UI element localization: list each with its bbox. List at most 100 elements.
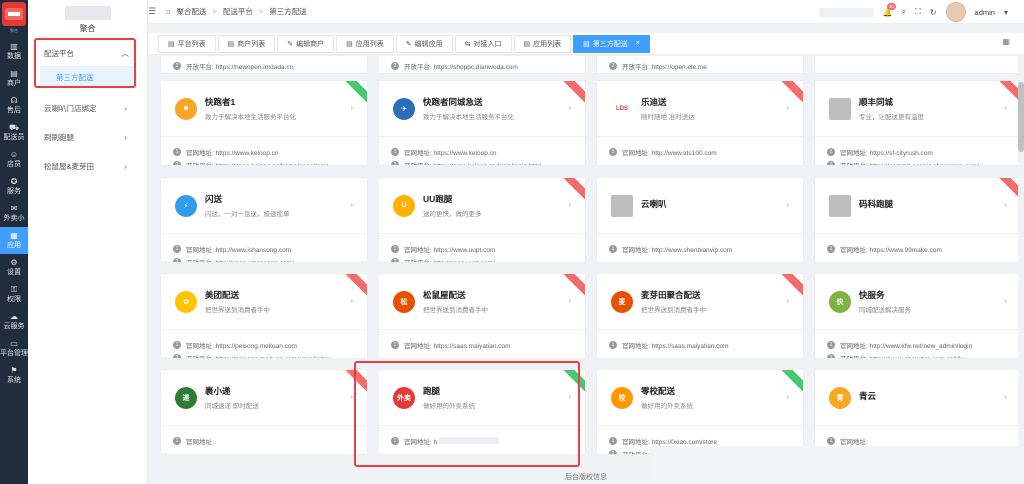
rail-item[interactable]: ✉ 外卖小 xyxy=(0,200,28,227)
platform-card[interactable] xyxy=(814,56,1022,74)
platform-card[interactable]: U UU跑腿 送的更快，做的更多 › 1 官网地址: https://www.uupt.c… xyxy=(378,177,586,263)
card-link-text[interactable]: 官网地址: https://sf-cityrush.com xyxy=(840,147,933,157)
menu-fold-icon[interactable]: ☰ xyxy=(148,6,158,17)
platform-card[interactable]: ⚡ 闪送 闪送，一对一急送，极速揽单 › 1 官网地址: http://www.ishan… xyxy=(160,177,368,263)
tab[interactable]: ▤ 第三方配送 × xyxy=(573,34,650,53)
close-icon[interactable]: × xyxy=(636,40,640,47)
chevron-right-icon[interactable]: › xyxy=(1004,296,1007,305)
platform-card[interactable]: ☻ 快跑者1 致力于解决本地生活服务平台化 › 1 官网地址: https://www.k… xyxy=(160,80,368,166)
bell-icon[interactable]: 🔔 30 xyxy=(883,2,896,17)
card-link-text[interactable]: 官网地址: https://peisong.meituan.com xyxy=(186,340,297,350)
card-link-text[interactable]: 官网地址: http://www.lds100.com xyxy=(622,147,717,157)
rail-item[interactable]: ⚿ 权限 xyxy=(0,281,28,308)
chevron-right-icon[interactable]: › xyxy=(1004,392,1007,401)
card-link-text[interactable]: 官网地址: xyxy=(186,436,214,446)
card-link-text[interactable]: 官网地址: https://www.uupt.com xyxy=(404,244,495,254)
card-link-text[interactable]: 官网地址: https://www.99make.com xyxy=(840,244,942,254)
avatar[interactable] xyxy=(945,2,966,22)
tab[interactable]: ▤ 商户列表 xyxy=(217,34,276,53)
platform-card[interactable]: ✈ 快跑者同城急送 致力于解决本地生活服务平台化 › 1 官网地址: https://ww… xyxy=(378,80,586,166)
sidebar-item-shuashua[interactable]: 刷刷跑腿 › xyxy=(28,123,147,152)
tab[interactable]: ✎ 编辑商户 xyxy=(277,34,335,53)
platform-card[interactable]: 松松鼠屋配送 把世界送到消费者手中 › 1 官网地址: https://saas.mai… xyxy=(378,273,586,359)
card-link-text[interactable]: 开放平台: http://open.ishansong.com/ xyxy=(186,257,294,263)
platform-card[interactable]: 码科跑腿 › 1 官网地址: https://www.99make.com xyxy=(814,177,1022,263)
card-link-text[interactable]: 官网地址: http://www.shenbianvip.com xyxy=(622,244,732,254)
card-link-text[interactable]: 官网地址: xyxy=(840,436,868,446)
card-link-text[interactable]: 开放平台: https://peisong.meituan.com/open/i… xyxy=(186,353,331,359)
card-link-text[interactable]: 官网地址: https://www.keloop.cn xyxy=(186,147,278,157)
platform-card[interactable]: 2 开放平台: https://open.ele.me xyxy=(596,56,804,74)
chevron-right-icon[interactable]: › xyxy=(568,200,571,209)
chevron-right-icon[interactable]: › xyxy=(786,200,789,209)
sidebar-item-songshuwu[interactable]: 松鼠屋&麦芽田 › xyxy=(28,152,147,181)
card-link-text[interactable]: 开放平台: https://commit-openic.sf-express.c… xyxy=(840,160,979,166)
chevron-right-icon[interactable]: › xyxy=(350,200,353,209)
fullscreen-icon[interactable]: ⛶ xyxy=(915,7,921,17)
card-info-row: 1 官网地址: http://www.lds100.com xyxy=(609,145,791,158)
scrollbar[interactable] xyxy=(1018,56,1024,484)
rail-item[interactable]: ▤ 商户 xyxy=(0,65,28,92)
card-link-text[interactable]: 开放平台: https://open.ele.me xyxy=(622,61,707,71)
card-link-text[interactable]: 开放平台: https://shoppc.dianwoda.com xyxy=(404,61,518,71)
chevron-right-icon[interactable]: › xyxy=(568,103,571,112)
chevron-right-icon[interactable]: › xyxy=(786,296,789,305)
chevron-right-icon[interactable]: › xyxy=(786,103,789,112)
chevron-down-icon[interactable]: ▾ xyxy=(1004,8,1008,17)
card-link-text[interactable]: 官网地址: http://www.kfw.net/new_admin/login xyxy=(840,340,972,350)
sidebar-item-cloud-speaker[interactable]: 云喇叭门店绑定 › xyxy=(28,94,147,123)
rail-item[interactable]: ☁ 云服务 xyxy=(0,308,28,335)
platform-card[interactable]: 2 开放平台: https://shoppc.dianwoda.com xyxy=(378,56,586,74)
card-link-text[interactable]: 开放平台: http://open.uupt.com/ xyxy=(404,257,495,263)
breadcrumb-item[interactable]: 聚合配送 xyxy=(177,6,207,17)
rail-item[interactable]: ⚙ 设置 xyxy=(0,254,28,281)
card-link-text[interactable]: 开放平台: https://open.keloop.cn/home/open/l… xyxy=(186,160,329,166)
platform-card[interactable]: 麦麦芽田聚合配送 把世界送到消费者手中 › 1 官网地址: https://saas.m… xyxy=(596,273,804,359)
platform-card[interactable]: LDS 乐迪送 随时随地 准时送达 › 1 官网地址: http://www.lds100… xyxy=(596,80,804,166)
tab[interactable]: ▤ 应用列表 xyxy=(513,34,572,53)
card-link-text[interactable]: 官网地址: https://www.keloop.cn xyxy=(404,147,496,157)
tab[interactable]: ▤ 平台列表 xyxy=(158,34,216,53)
search-icon[interactable]: ⌕ xyxy=(902,7,906,17)
tab[interactable]: ▤ 应用列表 xyxy=(336,34,394,53)
card-header: ☻ 快跑者1 致力于解决本地生活服务平台化 xyxy=(161,81,367,137)
scrollbar-thumb[interactable] xyxy=(1018,82,1024,152)
card-link-text[interactable]: 官网地址: https://0xiao.com/store xyxy=(622,436,717,446)
platform-card[interactable]: 云喇叭 › 1 官网地址: http://www.shenbianvip.com xyxy=(596,177,804,263)
rail-item[interactable]: ☊ 售后 xyxy=(0,92,28,119)
rail-item[interactable]: ▥ 数据 xyxy=(0,38,28,65)
refresh-icon[interactable]: ↻ xyxy=(930,8,937,17)
platform-card[interactable]: 2 开放平台: https://newopen.imdada.cn xyxy=(160,56,368,74)
chevron-right-icon[interactable]: › xyxy=(350,103,353,112)
platform-card[interactable]: 递裹小递 同城速递 即时配送 › 1 官网地址: xyxy=(160,369,368,455)
grid-icon[interactable]: ▦ xyxy=(1002,37,1010,46)
platform-card[interactable]: 校零校配送 做好用的外卖系统 › 1 官网地址: https://0xiao.com/s… xyxy=(596,369,804,455)
chevron-right-icon[interactable]: › xyxy=(350,392,353,401)
app-logo[interactable] xyxy=(2,2,26,26)
rail-item[interactable]: ⚑ 系统 xyxy=(0,362,28,389)
platform-card[interactable]: 顺丰同城 专业，让配送更有温度 › 1 官网地址: https://sf-cityrus… xyxy=(814,80,1022,166)
tab[interactable]: ⇆ 对接入口 xyxy=(454,34,512,53)
card-link-text[interactable]: 开放平台: https://newopen.imdada.cn xyxy=(186,61,293,71)
user-name[interactable]: admin xyxy=(975,8,995,17)
card-link-text[interactable]: 官网地址: http://www.ishansong.com xyxy=(186,244,291,254)
chevron-right-icon[interactable]: › xyxy=(350,296,353,305)
rail-item[interactable]: ✪ 服务 xyxy=(0,173,28,200)
platform-card[interactable]: 青青云 › 1 官网地址: xyxy=(814,369,1022,455)
chevron-right-icon[interactable]: › xyxy=(1004,200,1007,209)
chevron-right-icon[interactable]: › xyxy=(1004,103,1007,112)
rail-item[interactable]: ⛟ 配送员 xyxy=(0,119,28,146)
rail-item[interactable]: ☺ 店员 xyxy=(0,146,28,173)
chevron-right-icon[interactable]: › xyxy=(568,296,571,305)
chevron-right-icon[interactable]: › xyxy=(786,392,789,401)
platform-card[interactable]: ✿ 美团配送 把世界送到消费者手中 › 1 官网地址: https://peisong.m… xyxy=(160,273,368,359)
breadcrumb-item[interactable]: 配送平台 xyxy=(223,6,253,17)
card-link-text[interactable]: 官网地址: https://saas.maiyatian.com xyxy=(622,340,729,350)
rail-item[interactable]: ▭ 平台管理 xyxy=(0,335,28,362)
tab[interactable]: ✎ 编辑应用 xyxy=(395,34,453,53)
platform-card[interactable]: 快快服务 同城配送解决服务 › 1 官网地址: http://www.kfw.net/n… xyxy=(814,273,1022,359)
card-link-text[interactable]: 开放平台: https://www.showdoc.com.cn/kfw xyxy=(840,353,965,359)
card-link-text[interactable]: 官网地址: https://saas.maiyatian.com xyxy=(404,340,511,350)
rail-item[interactable]: ▦ 应用 xyxy=(0,227,28,254)
card-link-text[interactable]: 开放平台: https://area.keloop.cn/login/login… xyxy=(404,160,541,166)
